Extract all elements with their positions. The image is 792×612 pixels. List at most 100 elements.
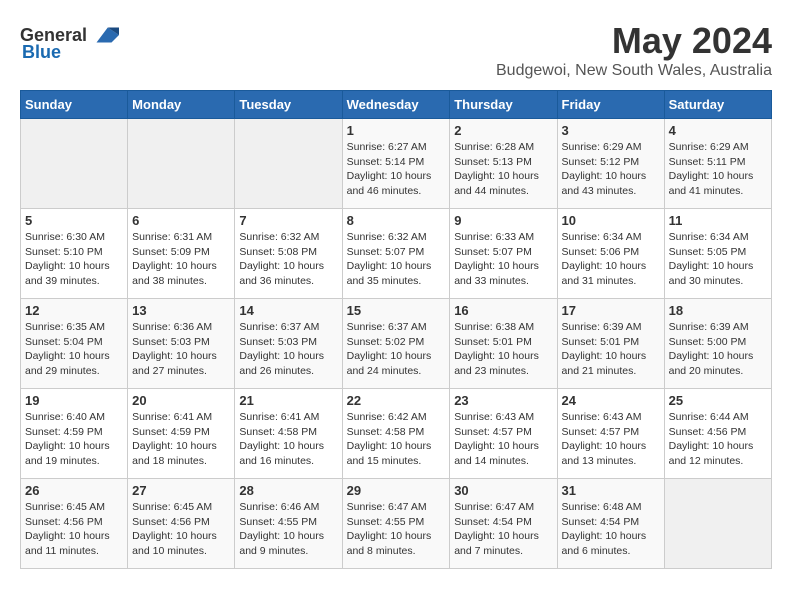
- calendar-cell: 13 Sunrise: 6:36 AM Sunset: 5:03 PM Dayli…: [128, 299, 235, 389]
- day-number: 24: [562, 393, 660, 408]
- day-number: 2: [454, 123, 552, 138]
- calendar-cell: 2 Sunrise: 6:28 AM Sunset: 5:13 PM Daylig…: [450, 119, 557, 209]
- day-number: 20: [132, 393, 230, 408]
- day-info: Sunrise: 6:29 AM Sunset: 5:12 PM Dayligh…: [562, 140, 660, 199]
- day-info: Sunrise: 6:34 AM Sunset: 5:05 PM Dayligh…: [669, 230, 767, 289]
- day-info: Sunrise: 6:46 AM Sunset: 4:55 PM Dayligh…: [239, 500, 337, 559]
- month-title: May 2024: [496, 20, 772, 62]
- calendar-week-row: 5Sunrise: 6:30 AM Sunset: 5:10 PM Daylig…: [21, 209, 772, 299]
- day-info: Sunrise: 6:48 AM Sunset: 4:54 PM Dayligh…: [562, 500, 660, 559]
- day-number: 30: [454, 483, 552, 498]
- day-number: 15: [347, 303, 446, 318]
- day-info: Sunrise: 6:31 AM Sunset: 5:09 PM Dayligh…: [132, 230, 230, 289]
- day-info: Sunrise: 6:40 AM Sunset: 4:59 PM Dayligh…: [25, 410, 123, 469]
- calendar-cell: [21, 119, 128, 209]
- day-number: 8: [347, 213, 446, 228]
- day-number: 13: [132, 303, 230, 318]
- day-info: Sunrise: 6:33 AM Sunset: 5:07 PM Dayligh…: [454, 230, 552, 289]
- day-number: 5: [25, 213, 123, 228]
- day-of-week-header: Tuesday: [235, 91, 342, 119]
- day-of-week-header: Wednesday: [342, 91, 450, 119]
- day-of-week-header: Friday: [557, 91, 664, 119]
- calendar-cell: 22 Sunrise: 6:42 AM Sunset: 4:58 PM Dayli…: [342, 389, 450, 479]
- logo-icon: [89, 20, 119, 50]
- day-number: 10: [562, 213, 660, 228]
- day-info: Sunrise: 6:44 AM Sunset: 4:56 PM Dayligh…: [669, 410, 767, 469]
- calendar-cell: 23 Sunrise: 6:43 AM Sunset: 4:57 PM Dayli…: [450, 389, 557, 479]
- calendar-cell: 21 Sunrise: 6:41 AM Sunset: 4:58 PM Dayli…: [235, 389, 342, 479]
- day-info: Sunrise: 6:42 AM Sunset: 4:58 PM Dayligh…: [347, 410, 446, 469]
- day-number: 7: [239, 213, 337, 228]
- calendar-cell: 30 Sunrise: 6:47 AM Sunset: 4:54 PM Dayli…: [450, 479, 557, 569]
- location-title: Budgewoi, New South Wales, Australia: [496, 62, 772, 80]
- calendar-cell: 11 Sunrise: 6:34 AM Sunset: 5:05 PM Dayli…: [664, 209, 771, 299]
- day-number: 12: [25, 303, 123, 318]
- calendar-cell: 6 Sunrise: 6:31 AM Sunset: 5:09 PM Daylig…: [128, 209, 235, 299]
- calendar-cell: 31 Sunrise: 6:48 AM Sunset: 4:54 PM Dayli…: [557, 479, 664, 569]
- calendar-cell: [128, 119, 235, 209]
- day-info: Sunrise: 6:34 AM Sunset: 5:06 PM Dayligh…: [562, 230, 660, 289]
- calendar-cell: 15 Sunrise: 6:37 AM Sunset: 5:02 PM Dayli…: [342, 299, 450, 389]
- day-info: Sunrise: 6:41 AM Sunset: 4:58 PM Dayligh…: [239, 410, 337, 469]
- calendar-cell: 8 Sunrise: 6:32 AM Sunset: 5:07 PM Daylig…: [342, 209, 450, 299]
- calendar-cell: 7 Sunrise: 6:32 AM Sunset: 5:08 PM Daylig…: [235, 209, 342, 299]
- calendar-cell: 10 Sunrise: 6:34 AM Sunset: 5:06 PM Dayli…: [557, 209, 664, 299]
- day-info: Sunrise: 6:36 AM Sunset: 5:03 PM Dayligh…: [132, 320, 230, 379]
- day-of-week-header: Sunday: [21, 91, 128, 119]
- calendar-cell: 26Sunrise: 6:45 AM Sunset: 4:56 PM Dayli…: [21, 479, 128, 569]
- calendar-cell: 3 Sunrise: 6:29 AM Sunset: 5:12 PM Daylig…: [557, 119, 664, 209]
- calendar-cell: [664, 479, 771, 569]
- day-info: Sunrise: 6:41 AM Sunset: 4:59 PM Dayligh…: [132, 410, 230, 469]
- day-info: Sunrise: 6:45 AM Sunset: 4:56 PM Dayligh…: [132, 500, 230, 559]
- day-number: 18: [669, 303, 767, 318]
- day-number: 14: [239, 303, 337, 318]
- calendar-cell: 28 Sunrise: 6:46 AM Sunset: 4:55 PM Dayli…: [235, 479, 342, 569]
- calendar-header-row: SundayMondayTuesdayWednesdayThursdayFrid…: [21, 91, 772, 119]
- calendar-cell: [235, 119, 342, 209]
- logo-blue-text: Blue: [22, 42, 61, 63]
- day-number: 28: [239, 483, 337, 498]
- day-number: 29: [347, 483, 446, 498]
- calendar-cell: 9 Sunrise: 6:33 AM Sunset: 5:07 PM Daylig…: [450, 209, 557, 299]
- day-number: 17: [562, 303, 660, 318]
- title-block: May 2024 Budgewoi, New South Wales, Aust…: [496, 20, 772, 80]
- calendar-cell: 16Sunrise: 6:38 AM Sunset: 5:01 PM Dayli…: [450, 299, 557, 389]
- day-number: 23: [454, 393, 552, 408]
- day-number: 31: [562, 483, 660, 498]
- day-info: Sunrise: 6:47 AM Sunset: 4:54 PM Dayligh…: [454, 500, 552, 559]
- day-info: Sunrise: 6:35 AM Sunset: 5:04 PM Dayligh…: [25, 320, 123, 379]
- day-info: Sunrise: 6:32 AM Sunset: 5:08 PM Dayligh…: [239, 230, 337, 289]
- calendar-cell: 5Sunrise: 6:30 AM Sunset: 5:10 PM Daylig…: [21, 209, 128, 299]
- day-info: Sunrise: 6:32 AM Sunset: 5:07 PM Dayligh…: [347, 230, 446, 289]
- calendar-cell: 17 Sunrise: 6:39 AM Sunset: 5:01 PM Dayli…: [557, 299, 664, 389]
- day-info: Sunrise: 6:39 AM Sunset: 5:01 PM Dayligh…: [562, 320, 660, 379]
- day-info: Sunrise: 6:39 AM Sunset: 5:00 PM Dayligh…: [669, 320, 767, 379]
- calendar-cell: 29Sunrise: 6:47 AM Sunset: 4:55 PM Dayli…: [342, 479, 450, 569]
- calendar-cell: 24 Sunrise: 6:43 AM Sunset: 4:57 PM Dayli…: [557, 389, 664, 479]
- calendar-week-row: 26 Sunrise: 6:45 AM Sunset: 4:56 PM Dayli…: [21, 479, 772, 569]
- calendar-week-row: 19 Sunrise: 6:40 AM Sunset: 4:59 PM Dayli…: [21, 389, 772, 479]
- calendar-cell: 14Sunrise: 6:37 AM Sunset: 5:03 PM Dayli…: [235, 299, 342, 389]
- calendar-cell: 19 Sunrise: 6:40 AM Sunset: 4:59 PM Dayli…: [21, 389, 128, 479]
- day-number: 6: [132, 213, 230, 228]
- day-number: 19: [25, 393, 123, 408]
- day-number: 3: [562, 123, 660, 138]
- day-of-week-header: Saturday: [664, 91, 771, 119]
- day-info: Sunrise: 6:27 AM Sunset: 5:14 PM Dayligh…: [347, 140, 446, 199]
- day-number: 9: [454, 213, 552, 228]
- day-number: 11: [669, 213, 767, 228]
- day-number: 26: [25, 483, 123, 498]
- day-info: Sunrise: 6:28 AM Sunset: 5:13 PM Dayligh…: [454, 140, 552, 199]
- day-info: Sunrise: 6:43 AM Sunset: 4:57 PM Dayligh…: [562, 410, 660, 469]
- calendar-week-row: 12 Sunrise: 6:35 AM Sunset: 5:04 PM Dayli…: [21, 299, 772, 389]
- day-info: Sunrise: 6:37 AM Sunset: 5:02 PM Dayligh…: [347, 320, 446, 379]
- day-info: Sunrise: 6:38 AM Sunset: 5:01 PM Dayligh…: [454, 320, 552, 379]
- day-number: 22: [347, 393, 446, 408]
- day-number: 4: [669, 123, 767, 138]
- day-number: 1: [347, 123, 446, 138]
- calendar-cell: 27Sunrise: 6:45 AM Sunset: 4:56 PM Dayli…: [128, 479, 235, 569]
- day-of-week-header: Thursday: [450, 91, 557, 119]
- day-info: Sunrise: 6:43 AM Sunset: 4:57 PM Dayligh…: [454, 410, 552, 469]
- calendar-cell: 18 Sunrise: 6:39 AM Sunset: 5:00 PM Dayli…: [664, 299, 771, 389]
- day-number: 21: [239, 393, 337, 408]
